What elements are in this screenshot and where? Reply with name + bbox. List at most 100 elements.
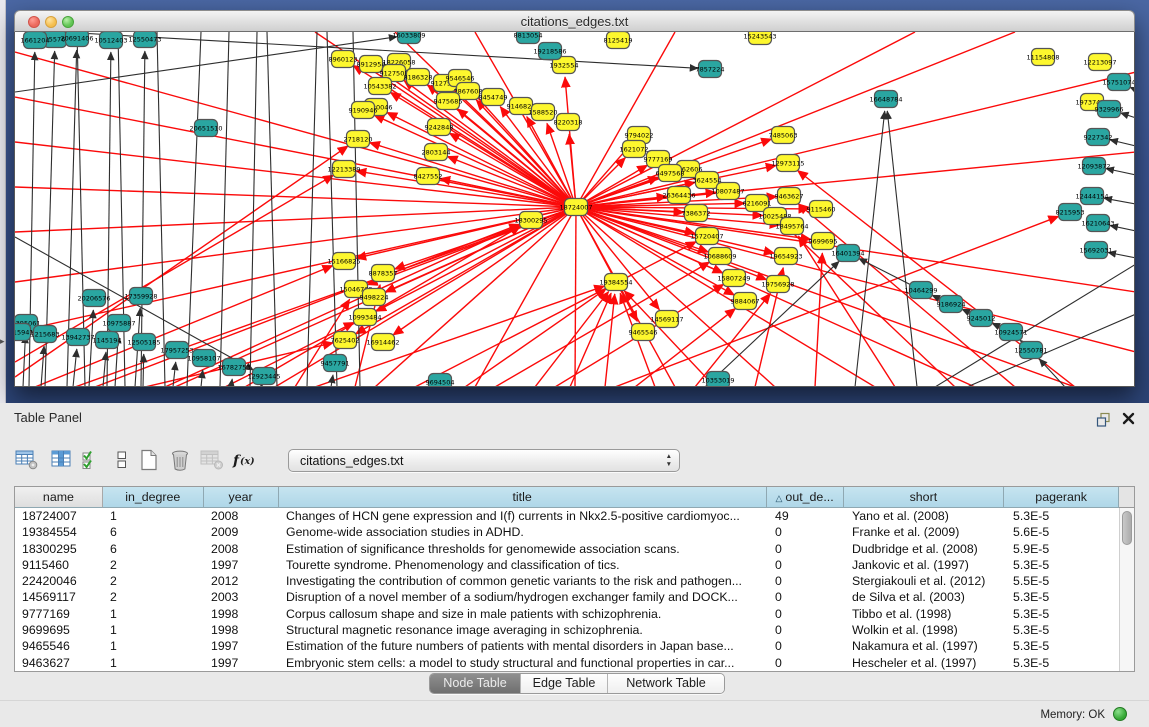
graph-node-9186924[interactable]: 9186924 bbox=[937, 296, 966, 313]
graph-node-9227342[interactable]: 9227342 bbox=[1084, 129, 1113, 146]
table-row[interactable]: 946554611997Estimation of the future num… bbox=[15, 638, 1121, 654]
column-header-year[interactable]: year bbox=[204, 487, 279, 508]
graph-node-19654923[interactable]: 19654923 bbox=[769, 248, 802, 265]
column-header-short[interactable]: short bbox=[844, 487, 1005, 508]
graph-node-11154808[interactable]: 11154808 bbox=[1026, 49, 1059, 66]
graph-node-12444154[interactable]: 12444154 bbox=[1075, 188, 1108, 205]
tab-node-table[interactable]: Node Table bbox=[430, 674, 521, 693]
graph-node-7386372[interactable]: 7386372 bbox=[682, 205, 711, 222]
table-row[interactable]: 1456911722003Disruption of a novel membe… bbox=[15, 589, 1121, 605]
graph-node-8813054[interactable]: 8813054 bbox=[514, 32, 543, 44]
graph-edge[interactable] bbox=[201, 370, 203, 387]
column-header-in_degree[interactable]: in_degree bbox=[103, 487, 204, 508]
graph-node-19756928[interactable]: 19756928 bbox=[761, 276, 794, 293]
table-row[interactable]: 2242004622012Investigating the contribut… bbox=[15, 573, 1121, 589]
table-row[interactable]: 946362711997Embryonic stem cells: a mode… bbox=[15, 655, 1121, 671]
graph-node-9694504[interactable]: 9694504 bbox=[426, 374, 455, 388]
create-column-icon[interactable] bbox=[136, 447, 162, 473]
network-window-titlebar[interactable]: citations_edges.txt bbox=[14, 10, 1135, 32]
graph-node-9190946[interactable]: 9190946 bbox=[349, 102, 378, 119]
graph-node-7857224[interactable]: 7857224 bbox=[696, 61, 725, 78]
function-builder-icon[interactable]: f(x) bbox=[232, 447, 258, 473]
graph-edge[interactable] bbox=[307, 32, 317, 387]
table-vertical-scrollbar[interactable] bbox=[1119, 508, 1134, 671]
graph-node-1661204[interactable]: 1661204 bbox=[21, 32, 50, 49]
graph-node-15692031[interactable]: 15692031 bbox=[1079, 242, 1112, 259]
graph-node-8427552[interactable]: 8427552 bbox=[414, 168, 443, 185]
graph-edge[interactable] bbox=[41, 346, 44, 387]
scrollbar-thumb[interactable] bbox=[1122, 511, 1132, 545]
graph-node-14569117[interactable]: 14569117 bbox=[650, 311, 683, 328]
graph-node-9242848[interactable]: 9242848 bbox=[425, 119, 454, 136]
graph-edge[interactable] bbox=[576, 72, 1135, 207]
select-mode-icon[interactable] bbox=[79, 447, 105, 473]
graph-node-19384554[interactable]: 19384554 bbox=[599, 274, 632, 291]
graph-node-12973115[interactable]: 12973115 bbox=[771, 155, 804, 172]
graph-node-8215953[interactable]: 8215953 bbox=[1056, 204, 1085, 221]
graph-node-8878357[interactable]: 8878357 bbox=[369, 265, 398, 282]
graph-node-9498224[interactable]: 9498224 bbox=[360, 289, 389, 306]
graph-edge[interactable] bbox=[143, 354, 144, 387]
float-panel-icon[interactable] bbox=[1096, 412, 1112, 433]
row-height-icon[interactable] bbox=[109, 447, 135, 473]
graph-edge[interactable] bbox=[887, 111, 917, 387]
graph-node-15243543[interactable]: 15243543 bbox=[743, 32, 776, 45]
graph-edge[interactable] bbox=[73, 349, 77, 387]
graph-edge[interactable] bbox=[465, 289, 606, 387]
graph-node-8960123[interactable]: 8960123 bbox=[329, 51, 358, 68]
column-header-out_degree[interactable]: △out_de... bbox=[767, 487, 844, 508]
graph-node-8220318[interactable]: 8220318 bbox=[554, 114, 583, 131]
column-header-title[interactable]: title bbox=[279, 487, 767, 508]
graph-node-9465546[interactable]: 9465546 bbox=[629, 324, 658, 341]
panel-collapse-arrow-icon[interactable]: ▸ bbox=[0, 336, 5, 347]
graph-edge[interactable] bbox=[118, 32, 125, 387]
graph-node-9457791[interactable]: 9457791 bbox=[321, 355, 350, 372]
graph-edge[interactable] bbox=[575, 207, 576, 387]
delete-columns-icon[interactable] bbox=[167, 447, 193, 473]
graph-node-9699695[interactable]: 9699695 bbox=[809, 233, 838, 250]
graph-node-16210643[interactable]: 16210643 bbox=[1081, 215, 1114, 232]
column-header-pagerank[interactable]: pagerank bbox=[1004, 487, 1119, 508]
tab-network-table[interactable]: Network Table bbox=[608, 674, 724, 693]
graph-edge[interactable] bbox=[967, 314, 1135, 387]
graph-node-8454749[interactable]: 8454749 bbox=[479, 89, 508, 106]
graph-node-15751074[interactable]: 15751074 bbox=[1102, 74, 1135, 91]
graph-node-1145194[interactable]: 1145194 bbox=[93, 332, 122, 349]
table-row[interactable]: 969969511998Structural magnetic resonanc… bbox=[15, 622, 1121, 638]
table-source-select[interactable]: citations_edges.txt ▲▼ bbox=[288, 449, 680, 472]
graph-node-12213097[interactable]: 12213097 bbox=[1083, 54, 1116, 71]
table-row[interactable]: 1830029562008Estimation of significance … bbox=[15, 541, 1121, 557]
table-row[interactable]: 1938455462009Genome-wide association stu… bbox=[15, 524, 1121, 540]
column-header-name[interactable]: name bbox=[15, 487, 103, 508]
graph-node-1215683[interactable]: 1215683 bbox=[31, 326, 60, 343]
show-columns-icon[interactable] bbox=[50, 447, 76, 473]
memory-status-icon[interactable] bbox=[1113, 707, 1127, 721]
table-mode-icon[interactable] bbox=[14, 447, 40, 473]
graph-node-9329966[interactable]: 9329966 bbox=[1095, 101, 1124, 118]
table-row[interactable]: 977716911998Corpus callosum shape and si… bbox=[15, 606, 1121, 622]
graph-edge[interactable] bbox=[935, 264, 1135, 387]
graph-edge[interactable] bbox=[815, 253, 822, 387]
tab-edge-table[interactable]: Edge Table bbox=[521, 674, 608, 693]
graph-node-12093872[interactable]: 12093872 bbox=[1077, 158, 1110, 175]
graph-edge[interactable] bbox=[576, 32, 915, 207]
graph-edge[interactable] bbox=[565, 77, 576, 207]
graph-edge[interactable] bbox=[35, 266, 333, 387]
graph-node-16033809[interactable]: 16033809 bbox=[392, 32, 425, 44]
graph-node-8186328[interactable]: 8186328 bbox=[404, 69, 433, 86]
graph-edge[interactable] bbox=[15, 52, 576, 207]
graph-edge[interactable] bbox=[374, 115, 576, 207]
graph-edge[interactable] bbox=[15, 207, 576, 232]
graph-edge[interactable] bbox=[449, 133, 576, 207]
graph-node-8125419[interactable]: 8125419 bbox=[604, 32, 633, 49]
graph-node-9475685[interactable]: 9475685 bbox=[434, 93, 463, 110]
graph-edge[interactable] bbox=[103, 352, 106, 387]
graph-node-9463627[interactable]: 9463627 bbox=[775, 188, 804, 205]
graph-node-2803144[interactable]: 2803144 bbox=[422, 144, 451, 161]
graph-edge[interactable] bbox=[23, 335, 25, 387]
graph-node-7485063[interactable]: 7485063 bbox=[769, 127, 798, 144]
graph-node-12550473[interactable]: 12550473 bbox=[128, 32, 161, 48]
network-canvas[interactable]: 1872400789601238912954182260589127508818… bbox=[14, 32, 1135, 387]
graph-node-2718120[interactable]: 2718120 bbox=[344, 131, 373, 148]
graph-edge[interactable] bbox=[231, 379, 232, 387]
